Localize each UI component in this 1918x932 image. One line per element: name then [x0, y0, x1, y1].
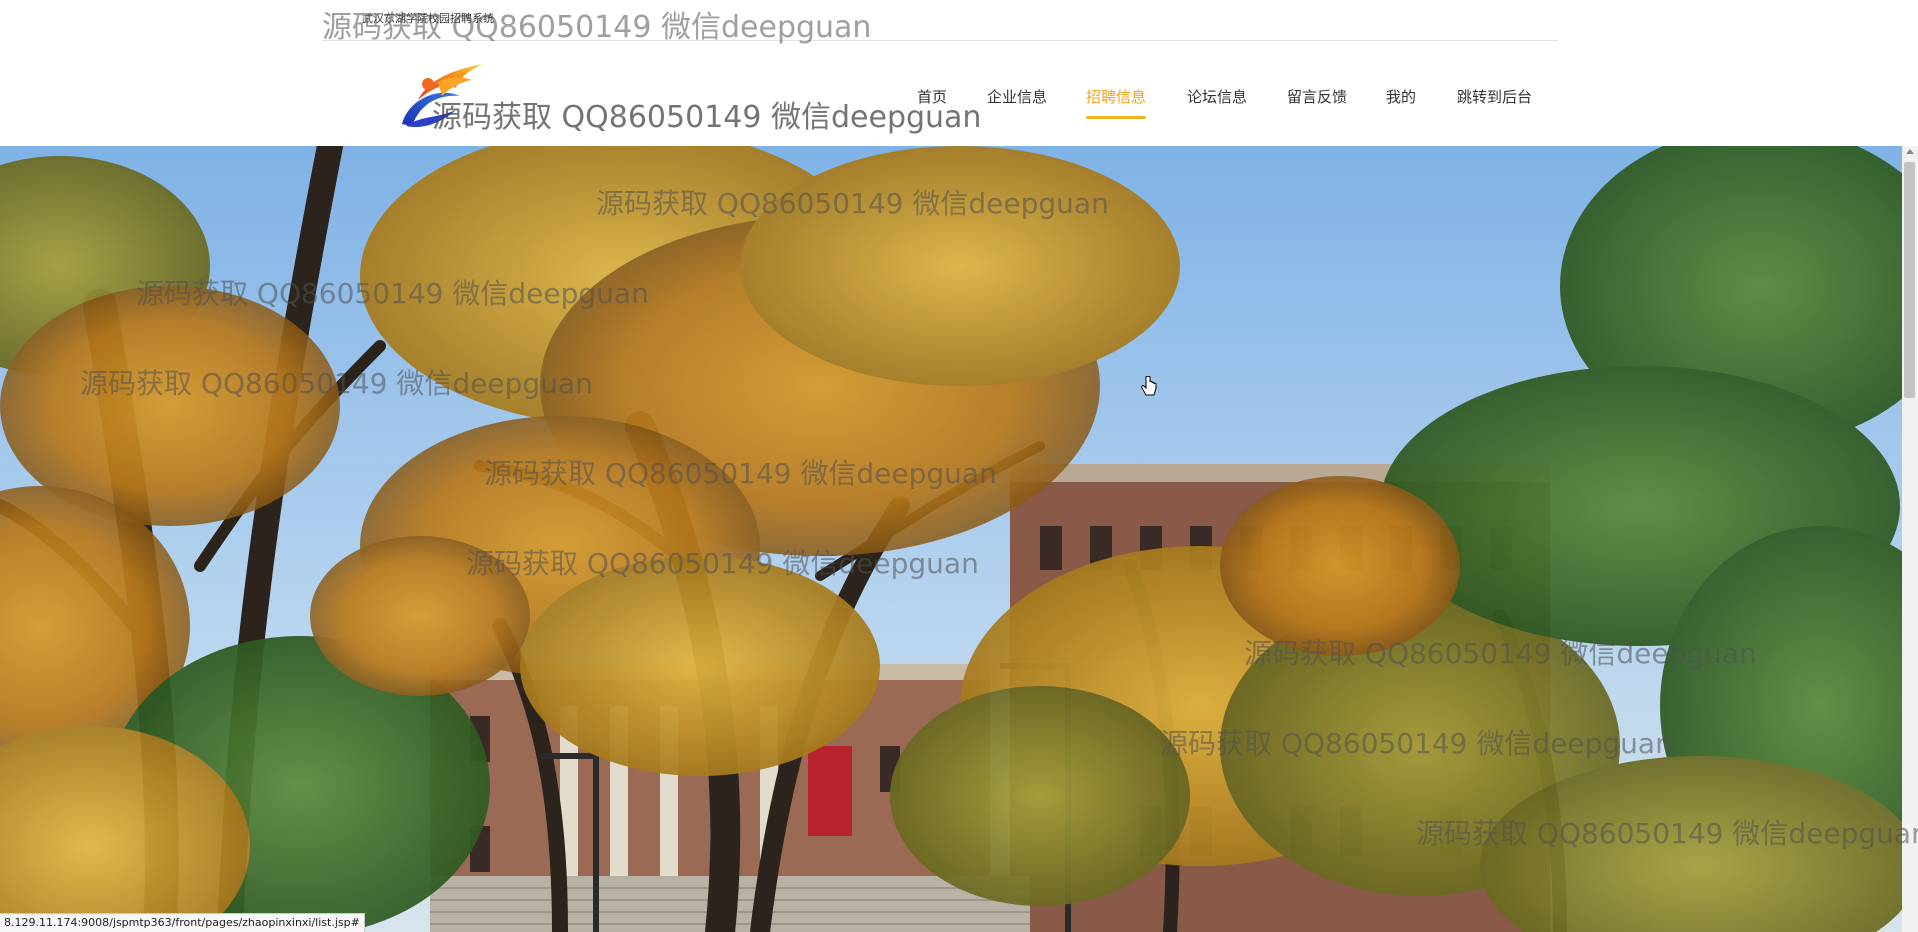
nav-item-forum[interactable]: 论坛信息: [1187, 86, 1247, 107]
browser-status-bar: 8.129.11.174:9008/jspmtp363/front/pages/…: [0, 913, 365, 932]
nav-item-mine[interactable]: 我的: [1386, 86, 1416, 107]
nav-item-feedback[interactable]: 留言反馈: [1287, 86, 1347, 107]
scroll-up-arrow-icon[interactable]: [1906, 149, 1914, 154]
nav-item-company-info[interactable]: 企业信息: [987, 86, 1047, 107]
header-divider: [322, 40, 1558, 41]
nav-active-indicator: [1086, 116, 1147, 119]
hand-cursor-icon: [1141, 375, 1157, 402]
hero-campus-image: [0, 146, 1902, 932]
scrollbar-thumb[interactable]: [1904, 162, 1915, 398]
main-nav: 首页 企业信息 招聘信息 论坛信息 留言反馈 我的 跳转到后台: [0, 86, 1918, 122]
nav-item-job-postings[interactable]: 招聘信息: [1086, 86, 1147, 119]
site-header: 武汉东湖学院校园招聘系统 首页 企业信息 招聘信息 论坛信息 留言反馈 我的 跳…: [0, 0, 1918, 146]
nav-item-admin[interactable]: 跳转到后台: [1457, 86, 1532, 107]
hero-banner[interactable]: [0, 146, 1902, 932]
nav-item-home[interactable]: 首页: [917, 86, 947, 107]
page-scrollbar[interactable]: [1902, 146, 1918, 932]
site-title: 武汉东湖学院校园招聘系统: [362, 12, 494, 25]
